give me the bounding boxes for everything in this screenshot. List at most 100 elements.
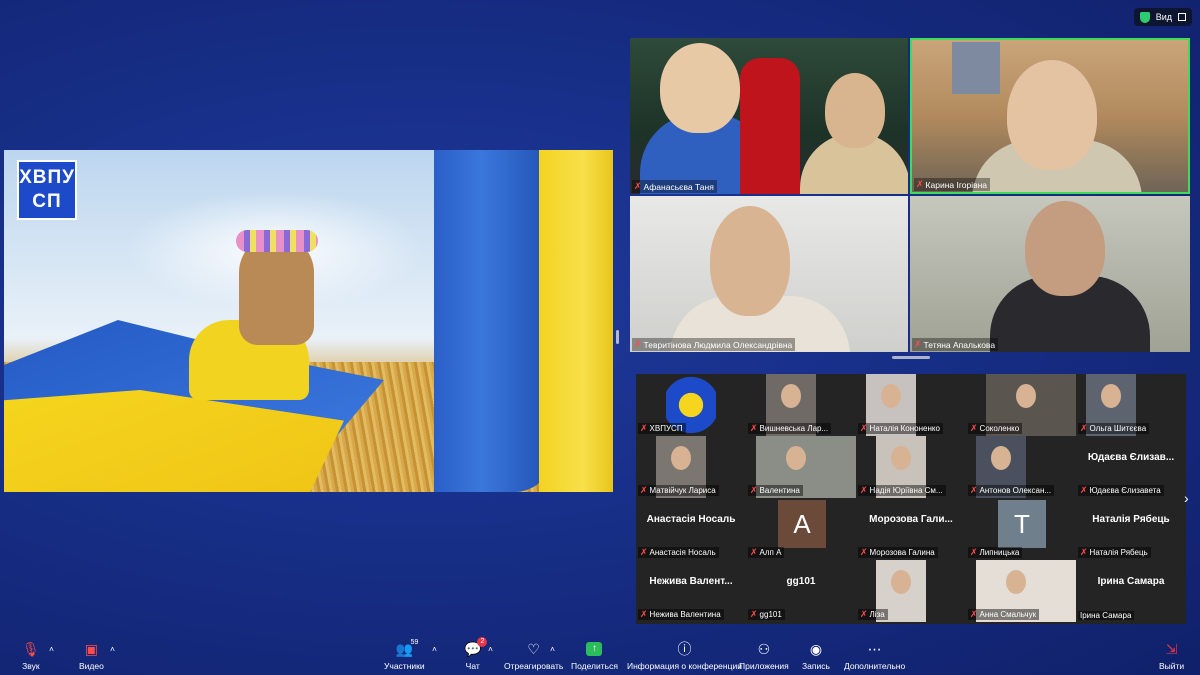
participants-button[interactable]: 👥 59 Участники <box>384 639 425 671</box>
participant-name-label: Ірина Самара <box>1078 611 1135 620</box>
participant-tile[interactable]: A ✗ Алп А <box>746 498 856 560</box>
audio-options-caret[interactable]: ˄ <box>49 644 54 654</box>
mic-muted-icon: ✗ <box>970 485 978 495</box>
participant-tile[interactable]: ✗ Вишневська Лар... <box>746 374 856 436</box>
participant-tile[interactable]: ✗ Соколенко <box>966 374 1076 436</box>
participant-tile[interactable]: ✗ Ольга Шитєєва <box>1076 374 1186 436</box>
participant-display-name: gg101 <box>786 576 816 587</box>
video-tile-featured[interactable]: ✗ Афанасьєва Таня <box>630 38 908 194</box>
avatar: A <box>778 500 826 548</box>
curtain-blue <box>434 150 554 492</box>
participant-name-label: ✗ Надія Юріївна См... <box>858 485 946 496</box>
chat-unread-badge: 2 <box>477 637 488 647</box>
participant-name-label: ✗ Матвійчук Лариса <box>638 485 719 496</box>
mic-muted-icon: ✗ <box>640 547 648 557</box>
mic-muted-icon: ✗ <box>750 485 758 495</box>
participant-name-label: ✗ Морозова Галина <box>858 547 938 558</box>
mic-muted-icon: ✗ <box>750 547 758 557</box>
video-off-icon: ▣ <box>84 640 99 657</box>
participant-name: Антонов Олексан... <box>979 486 1052 495</box>
chat-options-caret[interactable]: ˄ <box>488 644 493 654</box>
participant-display-name: Наталія Рябець <box>1092 514 1170 525</box>
participant-name-label: ✗ Соколенко <box>968 423 1023 434</box>
video-tile-featured[interactable]: ✗ Тевритінова Людмила Олександрівна <box>630 196 908 352</box>
view-button[interactable]: Вид <box>1133 8 1192 26</box>
share-screen-icon: ↑ <box>586 642 603 656</box>
resize-handle[interactable] <box>892 356 930 359</box>
participant-name: Соколенко <box>979 424 1020 433</box>
participant-name: Афанасьєва Таня <box>643 181 714 192</box>
participant-tile[interactable]: Анастасія Носаль ✗ Анастасія Носаль <box>636 498 746 560</box>
participant-name-label: ✗ Наталія Рябець <box>1078 547 1151 558</box>
leave-icon: ⇲ <box>1165 640 1178 657</box>
apps-button[interactable]: ⚇ Приложения <box>739 640 789 672</box>
participant-tile[interactable]: Нежива Валент... ✗ Нежива Валентина <box>636 560 746 622</box>
participant-name: Морозова Галина <box>869 548 935 557</box>
participant-name-label: ✗ Алп А <box>748 547 785 558</box>
flower-wreath <box>236 230 318 252</box>
mic-muted-icon: ✗ <box>860 609 868 619</box>
share-button[interactable]: ↑ Поделиться <box>571 640 618 671</box>
participant-name: Ірина Самара <box>1080 611 1132 620</box>
curtain-yellow <box>539 150 613 492</box>
participant-name: Тетяна Апалькова <box>923 339 996 350</box>
participant-tile[interactable]: ✗ Валентина <box>746 436 856 498</box>
participant-display-name: Нежива Валент... <box>649 576 733 587</box>
participant-display-name: Анастасія Носаль <box>646 514 736 525</box>
mic-muted-icon: ✗ <box>860 547 868 557</box>
meeting-info-button[interactable]: ⓘ Информация о конференции <box>627 640 742 671</box>
participant-tile[interactable]: ✗ ХВПУСП <box>636 374 746 436</box>
chevron-right-icon[interactable]: › <box>1184 490 1189 506</box>
participant-name: Вишневська Лар... <box>759 424 829 433</box>
participant-tile[interactable]: Ірина Самара Ірина Самара <box>1076 560 1186 622</box>
mic-muted-icon: ✗ <box>860 423 868 433</box>
participant-tile[interactable]: ✗ Надія Юріївна См... <box>856 436 966 498</box>
participant-name: Нежива Валентина <box>649 610 721 619</box>
chat-button[interactable]: 💬 2 Чат <box>464 637 488 671</box>
participant-display-name: Юдаєва Єлизав... <box>1087 452 1175 463</box>
shield-icon <box>1139 11 1150 23</box>
participant-tile[interactable]: Юдаєва Єлизав... ✗ Юдаєва Єлизавета <box>1076 436 1186 498</box>
react-options-caret[interactable]: ˄ <box>550 644 555 654</box>
info-icon: ⓘ <box>677 641 692 657</box>
mic-muted-icon: ✗ <box>750 423 758 433</box>
more-label: Дополнительно <box>844 661 906 671</box>
audio-button[interactable]: 🎙 Звук <box>22 640 40 672</box>
participant-name-label: ✗ gg101 <box>748 609 785 620</box>
audio-label: Звук <box>22 661 40 671</box>
grid-view-icon <box>1178 13 1186 21</box>
participant-tile[interactable]: T ✗ Липницька <box>966 498 1076 560</box>
participant-display-name: Ірина Самара <box>1097 576 1165 587</box>
participant-name-label: ✗ Нежива Валентина <box>638 609 724 620</box>
participant-tile[interactable]: ✗ Матвійчук Лариса <box>636 436 746 498</box>
participant-name: Алп А <box>759 548 782 557</box>
participant-display-name: Морозова Гали... <box>869 514 953 525</box>
shared-screen: ХВПУ СП <box>4 150 613 492</box>
record-icon: ◉ <box>809 640 823 657</box>
view-button-label: Вид <box>1155 12 1172 22</box>
mic-muted-icon: ✗ <box>1080 485 1088 495</box>
participant-tile[interactable]: ✗ Наталія Кононенко <box>856 374 966 436</box>
participant-tile[interactable]: gg101 ✗ gg101 <box>746 560 856 622</box>
record-label: Запись <box>802 661 830 671</box>
participant-name: Наталія Кононенко <box>869 424 940 433</box>
apps-label: Приложения <box>739 661 789 671</box>
leave-button[interactable]: ⇲ Выйти <box>1159 640 1184 672</box>
video-tile-active-speaker[interactable]: ✗ Карина Ігорівна <box>910 38 1190 194</box>
participant-tile[interactable]: Наталія Рябець ✗ Наталія Рябець <box>1076 498 1186 560</box>
participant-name-label: ✗ Наталія Кононенко <box>858 423 943 434</box>
participant-name: ХВПУСП <box>649 424 683 433</box>
record-button[interactable]: ◉ Запись <box>802 640 830 672</box>
video-options-caret[interactable]: ˄ <box>110 644 115 654</box>
participant-name: Ольга Шитєєва <box>1089 424 1147 433</box>
split-handle[interactable] <box>616 330 619 344</box>
participant-tile[interactable]: ✗ Анна Смальчук <box>966 560 1076 622</box>
share-label: Поделиться <box>571 661 618 671</box>
participant-tile[interactable]: ✗ Ліза <box>856 560 966 622</box>
participant-tile[interactable]: ✗ Антонов Олексан... <box>966 436 1076 498</box>
participants-options-caret[interactable]: ˄ <box>432 644 437 654</box>
video-tile-featured[interactable]: ✗ Тетяна Апалькова <box>910 196 1190 352</box>
more-button[interactable]: ⋯ Дополнительно <box>844 640 906 672</box>
video-button[interactable]: ▣ Видео <box>79 640 104 672</box>
participant-tile[interactable]: Морозова Гали... ✗ Морозова Галина <box>856 498 966 560</box>
